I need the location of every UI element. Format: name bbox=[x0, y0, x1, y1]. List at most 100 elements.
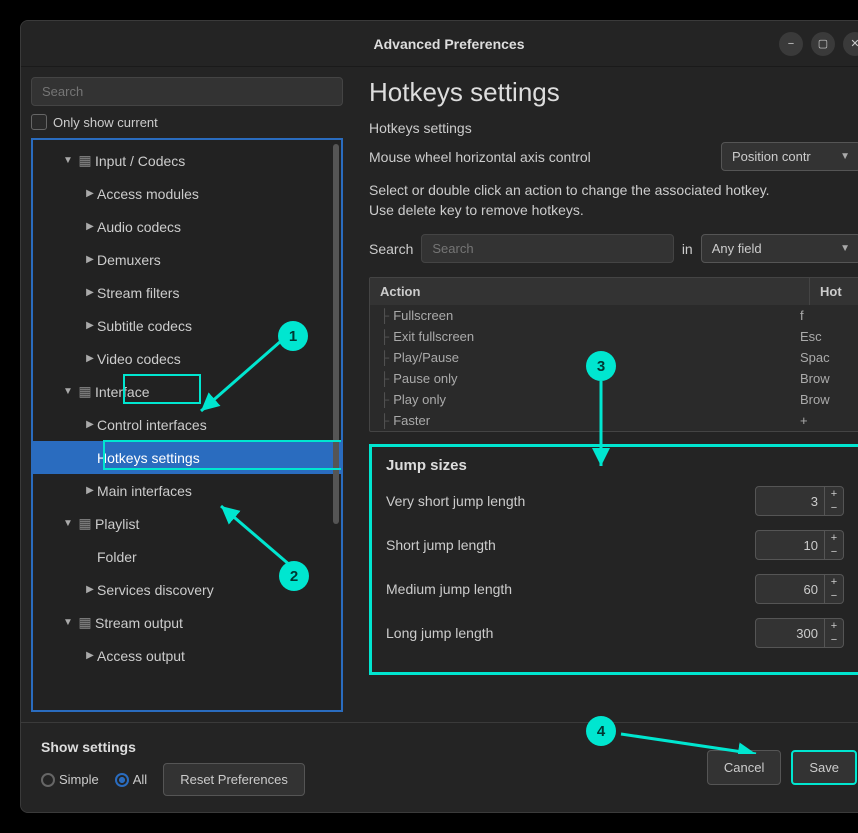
spinner-up[interactable]: + bbox=[825, 531, 843, 545]
table-row[interactable]: ├Exit fullscreenEsc bbox=[370, 326, 858, 347]
hotkey-cell: + bbox=[800, 413, 850, 428]
table-row[interactable]: ├Faster+ bbox=[370, 410, 858, 431]
jump-input[interactable] bbox=[755, 574, 825, 604]
only-show-current-row[interactable]: Only show current bbox=[31, 114, 343, 130]
in-label: in bbox=[682, 241, 693, 257]
jump-input[interactable] bbox=[755, 618, 825, 648]
cancel-button[interactable]: Cancel bbox=[707, 750, 781, 785]
maximize-button[interactable]: ▢ bbox=[811, 32, 835, 56]
spinner-up[interactable]: + bbox=[825, 575, 843, 589]
spinner-down[interactable]: − bbox=[825, 633, 843, 647]
checkbox-icon[interactable] bbox=[31, 114, 47, 130]
tree-item-main-interfaces[interactable]: ▶Main interfaces bbox=[33, 474, 341, 507]
action-cell: Faster bbox=[393, 413, 800, 428]
radio-all[interactable]: All bbox=[115, 772, 147, 787]
action-search-input[interactable] bbox=[421, 234, 673, 263]
jump-row: Very short jump length +− bbox=[386, 486, 844, 516]
jump-sizes-section: Jump sizes Very short jump length+−Short… bbox=[369, 444, 858, 675]
jump-spinner[interactable]: +− bbox=[755, 486, 844, 516]
jump-spinner[interactable]: +− bbox=[755, 530, 844, 560]
hotkey-table[interactable]: Action Hot ├Fullscreenf├Exit fullscreenE… bbox=[369, 277, 858, 432]
chevron-right-icon: ▶ bbox=[83, 650, 97, 661]
only-show-current-label: Only show current bbox=[53, 115, 158, 130]
jump-label: Short jump length bbox=[386, 537, 496, 553]
mouse-wheel-label: Mouse wheel horizontal axis control bbox=[369, 149, 591, 165]
table-row[interactable]: ├Fullscreenf bbox=[370, 305, 858, 326]
jump-label: Very short jump length bbox=[386, 493, 525, 509]
callout-2: 2 bbox=[279, 561, 309, 591]
spinner-down[interactable]: − bbox=[825, 589, 843, 603]
spinner-up[interactable]: + bbox=[825, 619, 843, 633]
tree-item-access-modules[interactable]: ▶Access modules bbox=[33, 177, 341, 210]
jump-row: Short jump length +− bbox=[386, 530, 844, 560]
callout-1: 1 bbox=[278, 321, 308, 351]
tree-item-label: Audio codecs bbox=[97, 219, 181, 235]
sidebar-search-input[interactable] bbox=[31, 77, 343, 106]
radio-simple[interactable]: Simple bbox=[41, 772, 99, 787]
spinner-down[interactable]: − bbox=[825, 501, 843, 515]
jump-row: Medium jump length+− bbox=[386, 574, 844, 604]
callout-4: 4 bbox=[586, 716, 616, 746]
reset-button[interactable]: Reset Preferences bbox=[163, 763, 305, 796]
jump-input[interactable] bbox=[755, 530, 825, 560]
window-title: Advanced Preferences bbox=[374, 36, 525, 52]
action-cell: Exit fullscreen bbox=[393, 329, 800, 344]
field-dropdown[interactable]: Any field ▼ bbox=[701, 234, 858, 263]
radio-icon bbox=[115, 773, 129, 787]
minimize-button[interactable]: − bbox=[779, 32, 803, 56]
chevron-down-icon: ▼ bbox=[840, 151, 850, 162]
playlist-icon: ▦ bbox=[75, 515, 95, 532]
col-action[interactable]: Action bbox=[370, 278, 810, 305]
tree-item-label: Services discovery bbox=[97, 582, 214, 598]
tree-item-label: Access output bbox=[97, 648, 185, 664]
tree-item-control-interfaces[interactable]: ▶Control interfaces bbox=[33, 408, 341, 441]
table-row[interactable]: ├Play onlyBrow bbox=[370, 389, 858, 410]
tree-item-input-codecs[interactable]: ▼▦Input / Codecs bbox=[33, 144, 341, 177]
help-text: Select or double click an action to chan… bbox=[369, 181, 858, 220]
tree-item-hotkeys-settings[interactable]: Hotkeys settings bbox=[33, 441, 341, 474]
tree-item-audio-codecs[interactable]: ▶Audio codecs bbox=[33, 210, 341, 243]
jump-spinner[interactable]: +− bbox=[755, 618, 844, 648]
tree-item-stream-filters[interactable]: ▶Stream filters bbox=[33, 276, 341, 309]
chevron-right-icon: ▶ bbox=[83, 188, 97, 199]
col-hotkey[interactable]: Hot bbox=[810, 278, 858, 305]
main-panel: Hotkeys settings Hotkeys settings Mouse … bbox=[353, 67, 858, 722]
callout-3: 3 bbox=[586, 351, 616, 381]
tree-item-label: Folder bbox=[97, 549, 137, 565]
tree-item-label: Demuxers bbox=[97, 252, 161, 268]
tree-item-stream-output[interactable]: ▼▦Stream output bbox=[33, 606, 341, 639]
save-button[interactable]: Save bbox=[791, 750, 857, 785]
tree-item-interface[interactable]: ▼▦Interface bbox=[33, 375, 341, 408]
radio-icon bbox=[41, 773, 55, 787]
mouse-wheel-dropdown[interactable]: Position contr ▼ bbox=[721, 142, 858, 171]
settings-tree[interactable]: ▼▦Input / Codecs▶Access modules▶Audio co… bbox=[31, 138, 343, 712]
spinner-up[interactable]: + bbox=[825, 487, 843, 501]
tree-scrollbar[interactable] bbox=[333, 144, 339, 524]
hotkey-cell: Spac bbox=[800, 350, 850, 365]
chevron-down-icon: ▼ bbox=[61, 386, 75, 397]
hotkey-cell: Esc bbox=[800, 329, 850, 344]
chevron-right-icon: ▶ bbox=[83, 485, 97, 496]
tree-item-label: Hotkeys settings bbox=[97, 450, 200, 466]
tree-item-playlist[interactable]: ▼▦Playlist bbox=[33, 507, 341, 540]
tree-item-label: Stream filters bbox=[97, 285, 179, 301]
section-subtitle: Hotkeys settings bbox=[369, 120, 858, 136]
action-cell: Play only bbox=[393, 392, 800, 407]
jump-spinner[interactable]: +− bbox=[755, 574, 844, 604]
chevron-down-icon: ▼ bbox=[61, 155, 75, 166]
tree-item-access-output[interactable]: ▶Access output bbox=[33, 639, 341, 672]
show-settings-label: Show settings bbox=[41, 739, 305, 755]
chevron-down-icon: ▼ bbox=[61, 518, 75, 529]
tree-item-label: Control interfaces bbox=[97, 417, 207, 433]
action-cell: Fullscreen bbox=[393, 308, 800, 323]
tree-item-label: Video codecs bbox=[97, 351, 181, 367]
chevron-right-icon: ▶ bbox=[83, 320, 97, 331]
preferences-window: Advanced Preferences − ▢ ✕ Only show cur… bbox=[20, 20, 858, 813]
footer: Show settings Simple All Reset Preferenc… bbox=[21, 722, 858, 812]
jump-input[interactable] bbox=[755, 486, 825, 516]
jump-sizes-title: Jump sizes bbox=[386, 457, 844, 474]
spinner-down[interactable]: − bbox=[825, 545, 843, 559]
close-button[interactable]: ✕ bbox=[843, 32, 858, 56]
jump-row: Long jump length+− bbox=[386, 618, 844, 648]
tree-item-demuxers[interactable]: ▶Demuxers bbox=[33, 243, 341, 276]
